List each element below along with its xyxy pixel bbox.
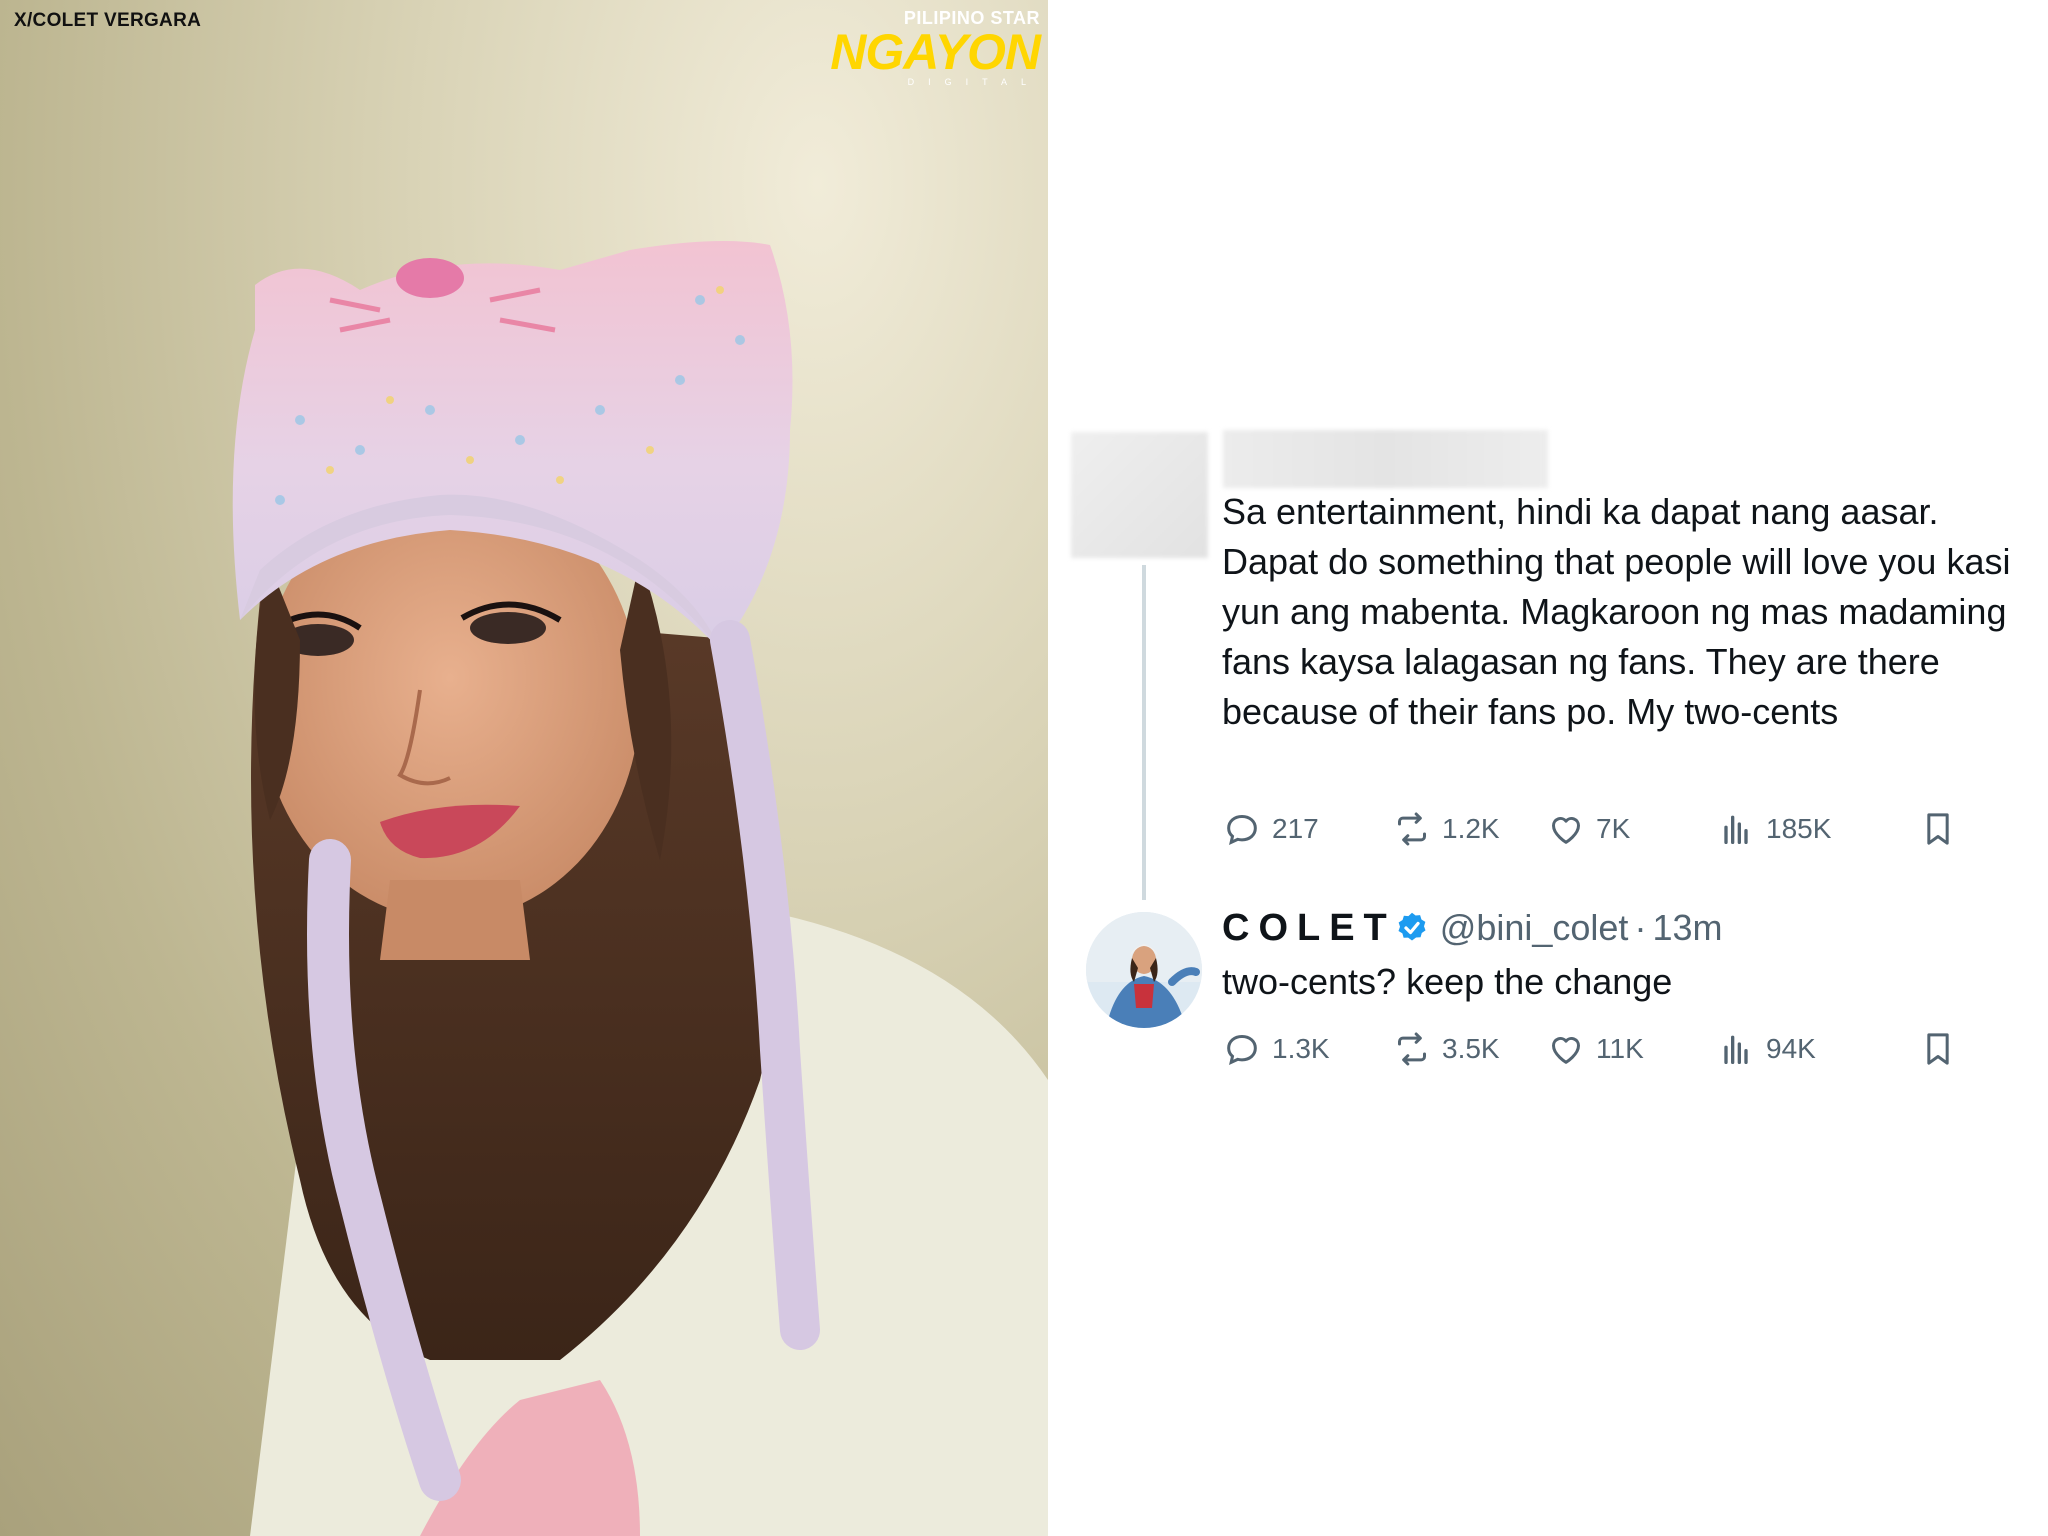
views-icon bbox=[1724, 815, 1748, 844]
repost-button[interactable]: 3.5K bbox=[1392, 1024, 1500, 1074]
like-button[interactable]: 11K bbox=[1546, 1024, 1644, 1074]
thread-connector-line bbox=[1142, 565, 1146, 900]
avatar-image bbox=[1086, 912, 1202, 1028]
brand-main-text: NGAYON bbox=[830, 24, 1041, 80]
views-button[interactable]: 185K bbox=[1716, 804, 1831, 854]
reply-icon bbox=[1227, 814, 1257, 845]
author-avatar[interactable] bbox=[1086, 912, 1202, 1028]
tweet-2-actions: 1.3K 3.5K 11K 94K bbox=[1222, 1024, 2012, 1074]
tweet-1-text: Sa entertainment, hindi ka dapat nang aa… bbox=[1222, 491, 2011, 732]
repost-count: 1.2K bbox=[1442, 813, 1500, 844]
repost-icon bbox=[1398, 812, 1426, 846]
like-count: 7K bbox=[1596, 813, 1631, 844]
views-count: 185K bbox=[1766, 813, 1832, 844]
views-button[interactable]: 94K bbox=[1716, 1024, 1816, 1074]
reply-count: 217 bbox=[1272, 813, 1319, 844]
redacted-username bbox=[1223, 430, 1548, 488]
repost-icon bbox=[1398, 1032, 1426, 1066]
tweet-2-text: two-cents? keep the change bbox=[1222, 961, 1673, 1002]
tweet-1-actions: 217 1.2K 7K 185K bbox=[1222, 804, 2012, 854]
like-icon bbox=[1552, 817, 1580, 844]
header-separator: · bbox=[1634, 907, 1647, 948]
views-icon bbox=[1724, 1035, 1748, 1064]
repost-count: 3.5K bbox=[1442, 1033, 1500, 1064]
reply-count: 1.3K bbox=[1272, 1033, 1330, 1064]
portrait-photo: X/COLET VERGARA PILIPINO STAR NGAYON DIG… bbox=[0, 0, 1048, 1536]
reply-button[interactable]: 1.3K bbox=[1222, 1024, 1330, 1074]
author-name[interactable]: COLET bbox=[1222, 907, 1396, 950]
tweet-timestamp[interactable]: 13m bbox=[1652, 907, 1722, 949]
verified-badge-icon bbox=[1398, 912, 1426, 941]
reply-icon bbox=[1227, 1034, 1257, 1065]
brand-logo: PILIPINO STAR NGAYON DIGITAL bbox=[830, 8, 1041, 87]
portrait-illustration bbox=[232, 241, 1048, 1536]
bookmark-icon bbox=[1927, 1033, 1949, 1065]
author-handle[interactable]: @bini_colet bbox=[1440, 907, 1629, 949]
tweet-2-header: COLET @bini_colet · 13m bbox=[1222, 903, 1722, 953]
like-count: 11K bbox=[1596, 1033, 1644, 1064]
repost-button[interactable]: 1.2K bbox=[1392, 804, 1500, 854]
page: X/COLET VERGARA PILIPINO STAR NGAYON DIG… bbox=[0, 0, 2048, 1536]
like-icon bbox=[1552, 1037, 1580, 1064]
like-button[interactable]: 7K bbox=[1546, 804, 1630, 854]
bookmark-button[interactable] bbox=[1918, 804, 1958, 854]
redacted-avatar bbox=[1071, 432, 1208, 558]
views-count: 94K bbox=[1766, 1033, 1816, 1064]
photo-credit: X/COLET VERGARA bbox=[14, 10, 202, 31]
bookmark-button[interactable] bbox=[1918, 1024, 1958, 1074]
bookmark-icon bbox=[1927, 813, 1949, 845]
reply-button[interactable]: 217 bbox=[1222, 804, 1319, 854]
tweet-thread: Sa entertainment, hindi ka dapat nang aa… bbox=[1048, 0, 2048, 1536]
